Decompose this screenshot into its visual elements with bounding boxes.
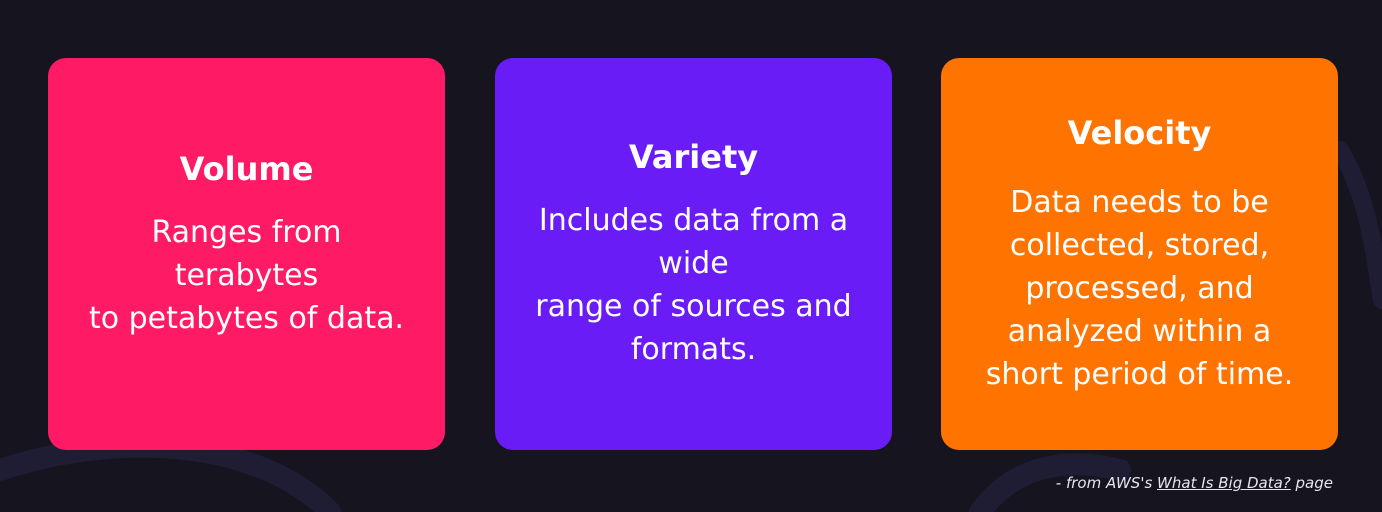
card-title-volume: Volume xyxy=(179,149,314,188)
card-body-volume: Ranges from terabytes to petabytes of da… xyxy=(88,214,405,336)
attribution-suffix: page xyxy=(1290,474,1333,492)
source-attribution: - from AWS's What Is Big Data? page xyxy=(1056,472,1333,494)
card-title-velocity: Velocity xyxy=(1067,113,1212,152)
card-body-velocity: Data needs to be collected, stored, proc… xyxy=(985,184,1294,392)
volume-card: Volume Ranges from terabytes to petabyte… xyxy=(48,58,445,450)
card-title-variety: Variety xyxy=(628,138,759,176)
what-is-big-data-link[interactable]: What Is Big Data? xyxy=(1157,474,1291,492)
attribution-prefix: - from AWS's xyxy=(1055,474,1158,492)
velocity-card: Velocity Data needs to be collected, sto… xyxy=(941,58,1338,450)
card-body-variety: Includes data from a wide range of sourc… xyxy=(535,203,852,367)
variety-card: Variety Includes data from a wide range … xyxy=(495,58,892,450)
